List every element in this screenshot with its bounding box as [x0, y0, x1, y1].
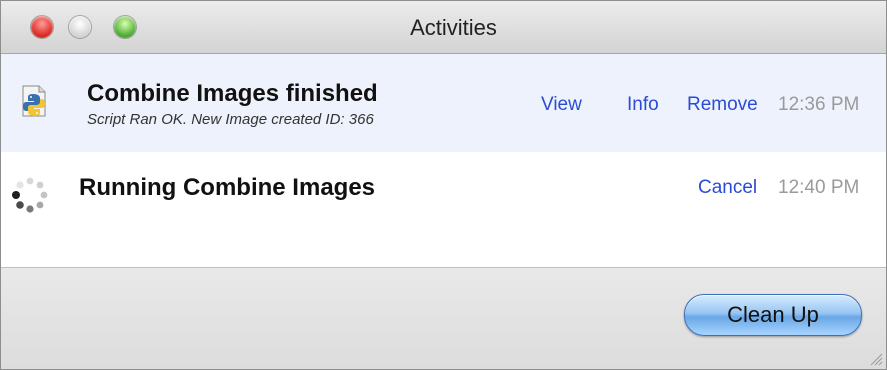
- activities-window: Activities Combine Images finished Scrip…: [0, 0, 887, 370]
- cancel-link[interactable]: Cancel: [698, 177, 757, 199]
- python-script-icon: [22, 85, 46, 117]
- info-link[interactable]: Info: [627, 94, 659, 116]
- window-title: Activities: [410, 15, 497, 40]
- footer-bar: Clean Up: [1, 268, 886, 369]
- spinner-icon: [12, 177, 48, 213]
- activity-time: 12:40 PM: [778, 177, 860, 198]
- resize-grip-icon[interactable]: [867, 350, 883, 366]
- remove-link[interactable]: Remove: [687, 94, 758, 116]
- activity-title: Running Combine Images: [79, 174, 376, 201]
- title-bar[interactable]: Activities: [1, 1, 886, 54]
- view-link[interactable]: View: [541, 94, 582, 116]
- clean-up-button[interactable]: Clean Up: [684, 294, 862, 336]
- activity-row-running[interactable]: Running Combine Images Cancel 12:40 PM: [1, 152, 886, 226]
- activity-title: Combine Images finished: [87, 80, 378, 107]
- activity-subtitle: Script Ran OK. New Image created ID: 366: [87, 111, 374, 128]
- activity-list: Combine Images finished Script Ran OK. N…: [1, 54, 886, 268]
- activity-row-combine-finished[interactable]: Combine Images finished Script Ran OK. N…: [1, 54, 886, 152]
- activity-time: 12:36 PM: [778, 94, 860, 115]
